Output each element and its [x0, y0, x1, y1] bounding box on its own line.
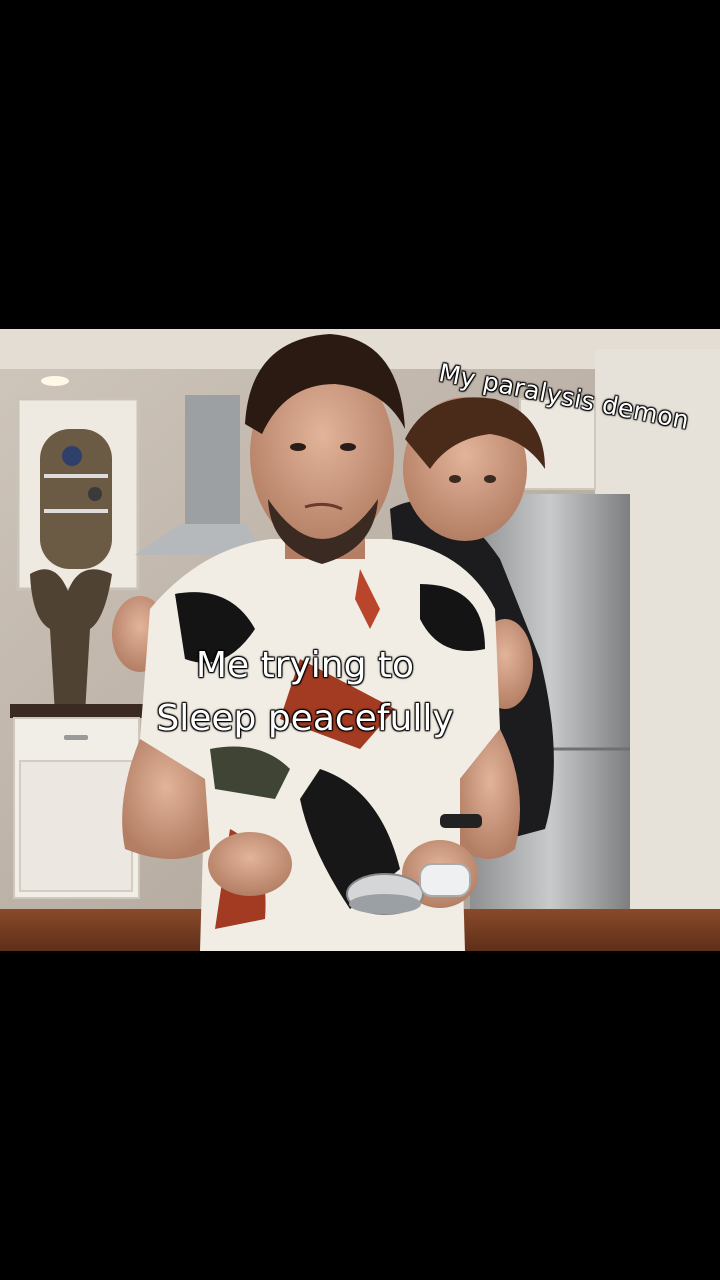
media-viewer: My paralysis demon Me trying to Sleep pe…	[0, 0, 720, 1280]
center-caption-line-1: Me trying to	[195, 645, 415, 686]
center-caption-line-2: Sleep peacefully	[156, 698, 454, 739]
